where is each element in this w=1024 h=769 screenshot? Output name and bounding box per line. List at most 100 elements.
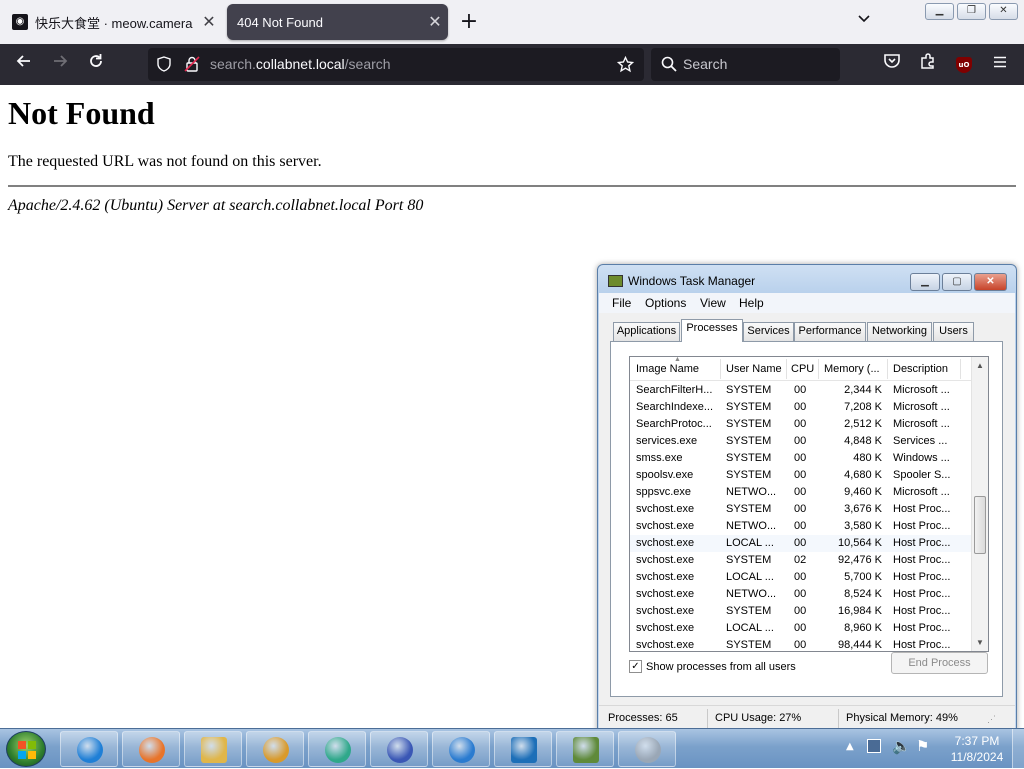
- process-list-scrollbar[interactable]: ▲ ▼: [971, 357, 988, 651]
- minimize-window-button[interactable]: ▁: [925, 3, 954, 20]
- process-row[interactable]: svchost.exe LOCAL ... 00 5,700 K Host Proc..…: [630, 569, 972, 586]
- tab-404-not-found[interactable]: 404 Not Found ✕: [227, 4, 448, 40]
- process-row[interactable]: svchost.exe NETWO... 00 3,580 K Host Proc...: [630, 518, 972, 535]
- column-divider[interactable]: [786, 359, 787, 379]
- process-row[interactable]: spoolsv.exe SYSTEM 00 4,680 K Spooler S...: [630, 467, 972, 484]
- taskbar-app-button[interactable]: [618, 731, 676, 767]
- internet-explorer-icon: [77, 737, 103, 763]
- tm-maximize-button[interactable]: ▢: [942, 273, 972, 291]
- close-window-button[interactable]: ✕: [989, 3, 1018, 20]
- process-row[interactable]: SearchFilterH... SYSTEM 00 2,344 K Microsoft…: [630, 382, 972, 399]
- insecure-lock-icon[interactable]: [184, 56, 200, 72]
- taskbar-app-button[interactable]: [308, 731, 366, 767]
- url-text[interactable]: search.collabnet.local/search: [210, 56, 391, 72]
- tab-users[interactable]: Users: [933, 322, 974, 341]
- tab-processes[interactable]: Processes: [681, 319, 743, 342]
- tm-minimize-button[interactable]: ▁: [910, 273, 940, 291]
- new-tab-button[interactable]: +: [455, 9, 483, 37]
- column-divider[interactable]: [887, 359, 888, 379]
- forward-button[interactable]: [45, 50, 75, 80]
- firefox-icon: [139, 737, 165, 763]
- process-list[interactable]: ▲ Image Name User Name CPU Memory (... D…: [629, 356, 989, 652]
- menu-view[interactable]: View: [700, 296, 726, 310]
- tab-meow-camera[interactable]: ◉ 快乐大食堂 · meow.camera ✕: [2, 4, 222, 40]
- close-tab-icon[interactable]: ✕: [422, 12, 448, 32]
- show-hidden-icons-arrow-icon[interactable]: ▲: [846, 741, 854, 752]
- taskbar-app-button[interactable]: [122, 731, 180, 767]
- network-icon[interactable]: [867, 739, 881, 753]
- list-all-tabs-button[interactable]: [850, 10, 878, 34]
- status-memory: Physical Memory: 49%: [846, 712, 958, 724]
- extensions-button[interactable]: [913, 50, 943, 80]
- taskbar-app-button[interactable]: [246, 731, 304, 767]
- process-row[interactable]: sppsvc.exe NETWO... 00 9,460 K Microsoft ...: [630, 484, 972, 501]
- col-user-name[interactable]: User Name: [726, 363, 786, 375]
- process-row[interactable]: SearchProtoc... SYSTEM 00 2,512 K Microsoft …: [630, 416, 972, 433]
- process-row[interactable]: svchost.exe SYSTEM 02 92,476 K Host Proc...: [630, 552, 972, 569]
- tab-applications[interactable]: Applications: [613, 322, 680, 341]
- taskbar-app-button[interactable]: [432, 731, 490, 767]
- process-mem: 4,848 K: [844, 435, 882, 447]
- process-row[interactable]: svchost.exe LOCAL ... 00 10,564 K Host Proc.…: [630, 535, 972, 552]
- windows-logo-icon: [18, 741, 36, 759]
- close-tab-icon[interactable]: ✕: [196, 12, 222, 32]
- checkbox-checked-icon[interactable]: ✓: [629, 660, 642, 673]
- shield-icon[interactable]: [156, 56, 172, 72]
- tab-networking[interactable]: Networking: [867, 322, 932, 341]
- scroll-down-arrow-icon[interactable]: ▼: [972, 634, 988, 651]
- taskbar-app-button[interactable]: [370, 731, 428, 767]
- show-all-processes-checkbox[interactable]: ✓ Show processes from all users: [629, 660, 796, 673]
- end-process-button[interactable]: End Process: [891, 652, 988, 674]
- search-bar[interactable]: Search: [651, 48, 840, 81]
- tm-close-button[interactable]: ✕: [974, 273, 1007, 291]
- process-row[interactable]: svchost.exe SYSTEM 00 3,676 K Host Proc...: [630, 501, 972, 518]
- reload-button[interactable]: [81, 50, 111, 80]
- menu-button[interactable]: [985, 50, 1015, 80]
- tab-performance[interactable]: Performance: [794, 322, 866, 341]
- process-desc: Microsoft ...: [893, 486, 950, 498]
- column-divider[interactable]: [818, 359, 819, 379]
- col-memory[interactable]: Memory (...: [824, 363, 886, 375]
- column-divider[interactable]: [720, 359, 721, 379]
- process-row[interactable]: services.exe SYSTEM 00 4,848 K Services ...: [630, 433, 972, 450]
- menu-options[interactable]: Options: [645, 296, 686, 310]
- process-row[interactable]: svchost.exe LOCAL ... 00 8,960 K Host Proc..…: [630, 620, 972, 637]
- resize-grip-icon[interactable]: ⋰: [987, 714, 996, 725]
- process-user: SYSTEM: [726, 469, 772, 481]
- clock[interactable]: 7:37 PM 11/8/2024: [946, 733, 1008, 765]
- error-message: The requested URL was not found on this …: [8, 153, 322, 170]
- tab-services[interactable]: Services: [743, 322, 794, 341]
- process-row[interactable]: svchost.exe SYSTEM 00 98,444 K Host Proc...: [630, 637, 972, 651]
- bookmark-star-icon[interactable]: [617, 56, 634, 73]
- back-button[interactable]: [9, 50, 39, 80]
- col-description[interactable]: Description: [893, 363, 959, 375]
- search-icon: [661, 56, 677, 72]
- scroll-up-arrow-icon[interactable]: ▲: [972, 357, 988, 374]
- menu-file[interactable]: File: [612, 296, 631, 310]
- pocket-button[interactable]: [877, 50, 907, 80]
- url-bar[interactable]: search.collabnet.local/search: [148, 48, 644, 81]
- taskbar-app-button[interactable]: [494, 731, 552, 767]
- col-image-name[interactable]: Image Name: [636, 363, 720, 375]
- process-row[interactable]: svchost.exe SYSTEM 00 16,984 K Host Proc...: [630, 603, 972, 620]
- col-cpu[interactable]: CPU: [791, 363, 819, 375]
- ublock-origin-button[interactable]: uO: [949, 50, 979, 80]
- process-mem: 8,960 K: [844, 622, 882, 634]
- start-button[interactable]: [6, 731, 46, 767]
- show-desktop-button[interactable]: [1012, 729, 1024, 769]
- process-row[interactable]: svchost.exe NETWO... 00 8,524 K Host Proc...: [630, 586, 972, 603]
- taskbar-app-button[interactable]: [184, 731, 242, 767]
- action-center-flag-icon[interactable]: ⚑: [916, 737, 929, 755]
- column-divider[interactable]: [960, 359, 961, 379]
- forward-arrow-icon: [54, 55, 68, 67]
- taskbar-app-button[interactable]: [556, 731, 614, 767]
- process-row[interactable]: SearchIndexe... SYSTEM 00 7,208 K Microsoft …: [630, 399, 972, 416]
- process-row[interactable]: smss.exe SYSTEM 00 480 K Windows ...: [630, 450, 972, 467]
- menu-help[interactable]: Help: [739, 296, 764, 310]
- task-manager-window[interactable]: Windows Task Manager ▁ ▢ ✕ File Options …: [597, 264, 1017, 732]
- taskbar-app-button[interactable]: [60, 731, 118, 767]
- process-name: spoolsv.exe: [636, 469, 694, 481]
- restore-window-button[interactable]: ❐: [957, 3, 986, 20]
- scrollbar-thumb[interactable]: [974, 496, 986, 554]
- volume-muted-icon[interactable]: 🔈: [892, 737, 911, 755]
